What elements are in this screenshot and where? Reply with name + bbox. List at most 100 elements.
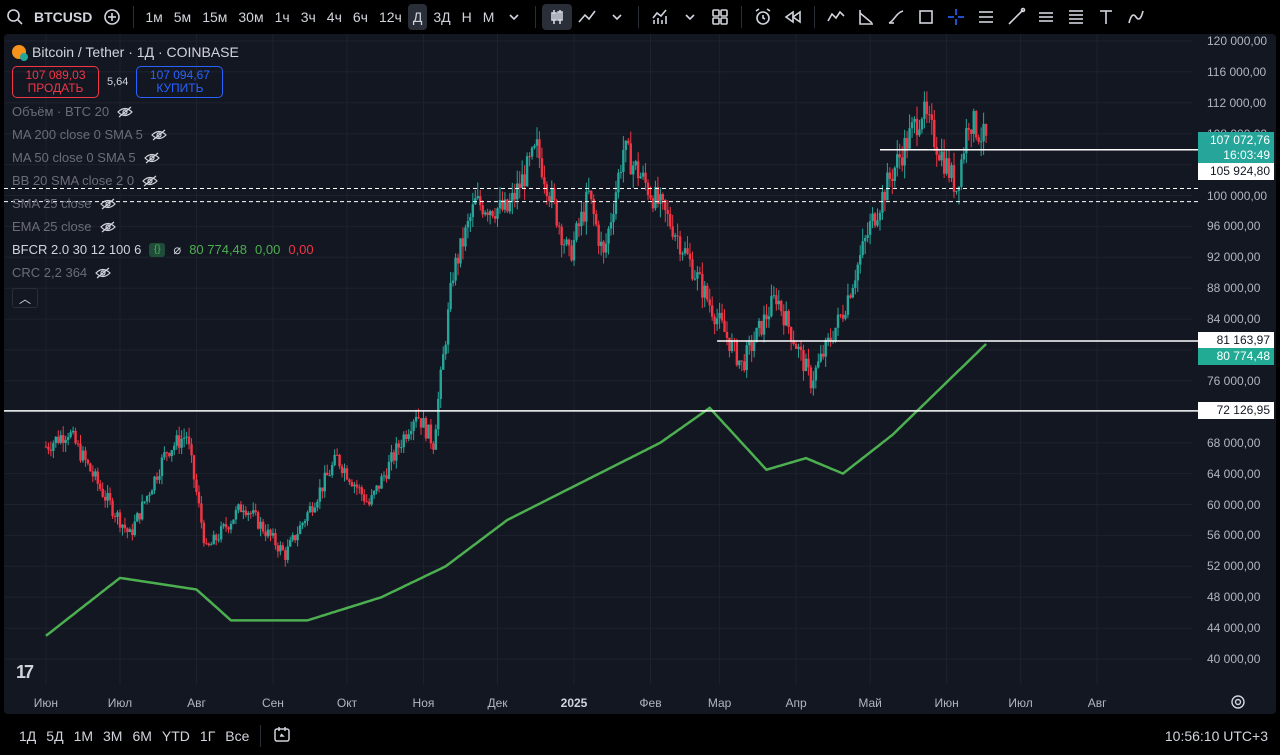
candle-body [247, 512, 250, 516]
range-button[interactable]: Все [220, 728, 254, 744]
chevron-down-icon[interactable] [602, 4, 632, 30]
bottom-bar: 1Д 5Д 1М 3М 6М YTD 1Г Все 10:56:10 UTC+3 [0, 716, 1280, 755]
sell-button[interactable]: 107 089,03 ПРОДАТЬ [12, 66, 99, 98]
interval-button[interactable]: 30м [233, 4, 268, 30]
bitcoin-logo-icon [12, 45, 28, 61]
add-symbol-icon[interactable] [97, 4, 127, 30]
range-button[interactable]: 6М [127, 728, 156, 744]
text-icon[interactable] [1091, 4, 1121, 30]
alert-icon[interactable] [748, 4, 778, 30]
search-icon[interactable] [0, 4, 30, 30]
interval-button[interactable]: М [478, 4, 500, 30]
range-list: 1Д 5Д 1М 3М 6М YTD 1Г Все [14, 728, 254, 744]
candle-body [190, 444, 193, 456]
clock[interactable]: 10:56:10 UTC+3 [1165, 728, 1268, 744]
candle-body [197, 491, 201, 504]
indicator-row[interactable]: BB 20 SMA close 2 0 [12, 171, 314, 190]
replay-icon[interactable] [778, 4, 808, 30]
candle-body [205, 543, 208, 545]
indicator-bfcr[interactable]: BFCR 2.0 30 12 100 6 {} ⌀ 80 774,48 0,00… [12, 240, 314, 259]
candle-body [575, 223, 578, 240]
candle-body [160, 457, 164, 477]
candle-body [291, 535, 294, 541]
indicator-crc[interactable]: CRC 2,2 364 [12, 263, 314, 282]
candle-body [266, 529, 270, 537]
range-button[interactable]: 5Д [41, 728, 68, 744]
candle-body [713, 316, 716, 325]
range-button[interactable]: 1Д [14, 728, 41, 744]
interval-button[interactable]: 15м [197, 4, 232, 30]
indicator-row[interactable]: MA 50 close 0 SMA 5 [12, 148, 314, 167]
eye-hidden-icon[interactable] [143, 152, 160, 164]
candle-body [669, 213, 672, 227]
indicators-icon[interactable] [645, 4, 675, 30]
eye-hidden-icon[interactable] [99, 198, 116, 210]
chart-pane[interactable]: Bitcoin / Tether · 1Д · COINBASE 107 089… [4, 34, 1276, 714]
candle-body [488, 211, 492, 216]
source-code-icon[interactable]: {} [149, 242, 166, 257]
range-button[interactable]: 3М [98, 728, 127, 744]
candle-body [177, 435, 181, 448]
rect-icon[interactable] [911, 4, 941, 30]
chevron-down-icon[interactable] [675, 4, 705, 30]
buy-button[interactable]: 107 094,67 КУПИТЬ [136, 66, 224, 98]
range-button[interactable]: 1Г [195, 728, 220, 744]
chevron-down-icon[interactable] [499, 4, 529, 30]
eye-hidden-icon[interactable] [99, 221, 116, 233]
interval-button[interactable]: 1ч [270, 4, 295, 30]
candle-body [298, 525, 302, 535]
candle-body [49, 449, 53, 451]
indicator-row[interactable]: EMA 25 close [12, 217, 314, 236]
patterns-icon[interactable] [1121, 4, 1151, 30]
date-range-icon[interactable] [267, 724, 297, 747]
candle-body [454, 257, 457, 281]
pitchfork-icon[interactable] [971, 4, 1001, 30]
crosshair-icon[interactable] [941, 4, 971, 30]
indicator-row[interactable]: Объём · BTC 20 [12, 102, 314, 121]
candle-body [868, 221, 872, 235]
candle-body [187, 436, 191, 445]
candle-body [745, 345, 748, 371]
line-style-icon[interactable] [572, 4, 602, 30]
interval-button[interactable]: 3Д [428, 4, 455, 30]
interval-button[interactable]: 1м [140, 4, 167, 30]
interval-button[interactable]: Д [407, 3, 428, 30]
fib-icon[interactable] [851, 4, 881, 30]
hline-label-1: 105 924,80 [1198, 163, 1274, 180]
interval-button[interactable]: 5м [169, 4, 196, 30]
eye-hidden-icon[interactable] [95, 267, 112, 279]
candle-body [520, 174, 524, 189]
interval-button[interactable]: 6ч [348, 4, 373, 30]
price-tick-label: 64 000,00 [1207, 466, 1261, 481]
last-price: 107 072,76 [1209, 133, 1270, 147]
candle-body [419, 418, 423, 428]
indicator-row[interactable]: SMA 25 close [12, 194, 314, 213]
candle-body [775, 295, 778, 305]
price-tick-label: 116 000,00 [1207, 64, 1267, 79]
candle-body [925, 101, 929, 115]
candle-body [491, 211, 494, 216]
range-button[interactable]: YTD [157, 728, 195, 744]
eye-hidden-icon[interactable] [142, 175, 158, 187]
interval-button[interactable]: 12ч [374, 4, 407, 30]
interval-button[interactable]: 4ч [322, 4, 347, 30]
candle-body [99, 483, 102, 489]
channel-icon[interactable] [1031, 4, 1061, 30]
range-button[interactable]: 1М [69, 728, 98, 744]
candles-icon[interactable] [542, 3, 573, 30]
symbol-search[interactable]: BTCUSD [30, 4, 97, 30]
settings-gear-icon[interactable] [1230, 694, 1246, 710]
candle-body [212, 534, 215, 545]
brush-icon[interactable] [881, 4, 911, 30]
collapse-legend-button[interactable]: ︿ [12, 288, 38, 308]
layouts-icon[interactable] [705, 4, 735, 30]
interval-button[interactable]: 3ч [296, 4, 321, 30]
indicator-row[interactable]: MA 200 close 0 SMA 5 [12, 125, 314, 144]
trend-line-icon[interactable] [821, 4, 851, 30]
fib-levels-icon[interactable] [1061, 4, 1091, 30]
interval-button[interactable]: Н [457, 4, 477, 30]
trade-row: 107 089,03 ПРОДАТЬ 5,64 107 094,67 КУПИТ… [12, 66, 314, 98]
eye-hidden-icon[interactable] [150, 129, 167, 141]
ray-icon[interactable] [1001, 4, 1031, 30]
eye-hidden-icon[interactable] [117, 106, 133, 118]
